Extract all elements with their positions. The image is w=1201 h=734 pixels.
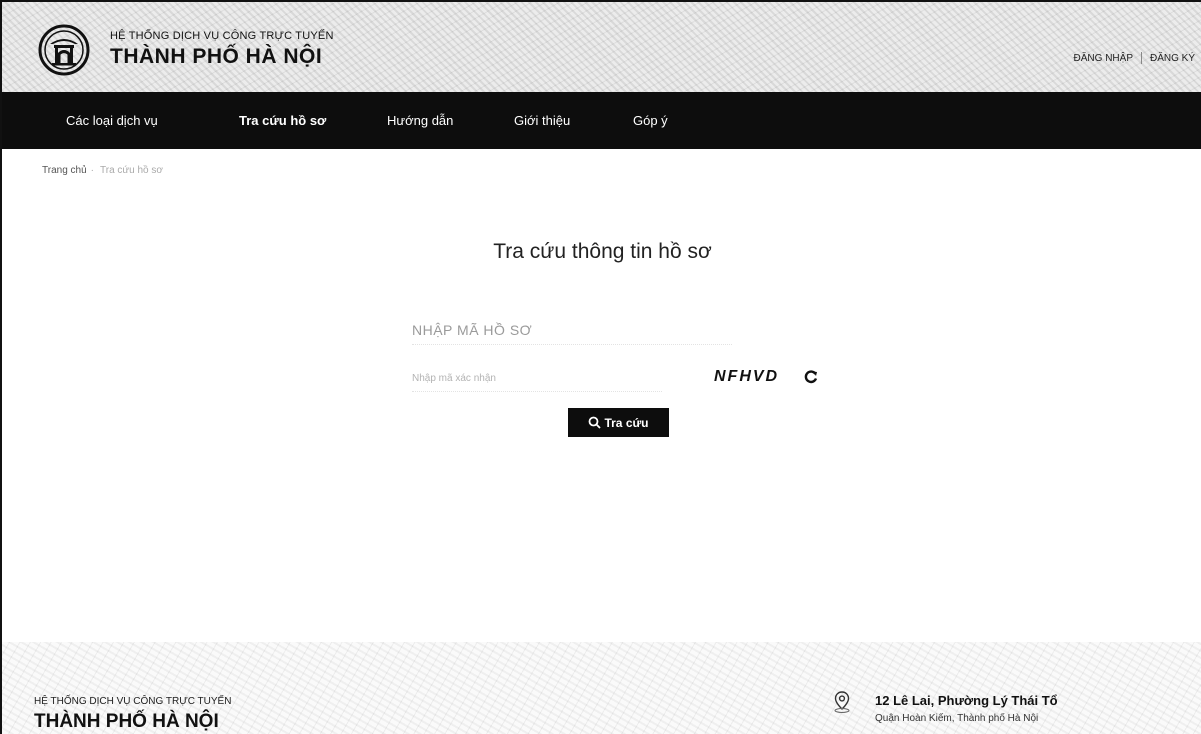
hanoi-emblem-icon[interactable] bbox=[38, 24, 90, 76]
footer-subtitle: HỆ THỐNG DỊCH VỤ CÔNG TRỰC TUYẾN bbox=[34, 696, 232, 707]
nav-item-lookup[interactable]: Tra cứu hồ sơ bbox=[239, 92, 326, 149]
page-title: Tra cứu thông tin hồ sơ bbox=[493, 240, 712, 263]
nav-item-feedback[interactable]: Góp ý bbox=[633, 92, 668, 149]
captcha-image: NFHVD bbox=[714, 368, 780, 385]
login-link[interactable]: ĐĂNG NHẬP bbox=[1074, 53, 1133, 64]
nav-item-services[interactable]: Các loại dịch vụ bbox=[66, 92, 158, 149]
footer-title: THÀNH PHỐ HÀ NỘI bbox=[34, 711, 219, 732]
search-icon bbox=[589, 416, 602, 429]
nav-item-about[interactable]: Giới thiệu bbox=[514, 92, 570, 149]
main-nav: Các loại dịch vụ Tra cứu hồ sơ Hướng dẫn… bbox=[2, 92, 1201, 149]
nav-item-guide[interactable]: Hướng dẫn bbox=[387, 92, 453, 149]
register-link[interactable]: ĐĂNG KÝ bbox=[1150, 53, 1195, 64]
auth-divider bbox=[1140, 52, 1142, 64]
search-button-label: Tra cứu bbox=[604, 415, 649, 430]
header-title[interactable]: THÀNH PHỐ HÀ NỘI bbox=[110, 45, 322, 69]
location-pin-icon bbox=[834, 691, 850, 713]
breadcrumb: Trang chủ · Tra cứu hồ sơ bbox=[42, 165, 163, 176]
breadcrumb-separator: · bbox=[90, 165, 94, 176]
auth-links: ĐĂNG NHẬP ĐĂNG KÝ bbox=[1074, 52, 1195, 64]
record-code-input[interactable] bbox=[412, 315, 732, 345]
captcha-input[interactable] bbox=[412, 366, 662, 392]
site-footer: HỆ THỐNG DỊCH VỤ CÔNG TRỰC TUYẾN THÀNH P… bbox=[2, 642, 1201, 734]
breadcrumb-home[interactable]: Trang chủ bbox=[42, 165, 87, 176]
page: HỆ THỐNG DỊCH VỤ CÔNG TRỰC TUYẾN THÀNH P… bbox=[0, 0, 1201, 734]
search-button[interactable]: Tra cứu bbox=[568, 408, 669, 437]
site-header: HỆ THỐNG DỊCH VỤ CÔNG TRỰC TUYẾN THÀNH P… bbox=[2, 2, 1201, 92]
refresh-icon[interactable] bbox=[803, 369, 819, 385]
breadcrumb-current: Tra cứu hồ sơ bbox=[100, 165, 163, 176]
footer-address-line1: 12 Lê Lai, Phường Lý Thái Tổ bbox=[875, 693, 1058, 708]
header-subtitle: HỆ THỐNG DỊCH VỤ CÔNG TRỰC TUYẾN bbox=[110, 30, 334, 42]
footer-address-line2: Quận Hoàn Kiếm, Thành phố Hà Nội bbox=[875, 713, 1039, 724]
